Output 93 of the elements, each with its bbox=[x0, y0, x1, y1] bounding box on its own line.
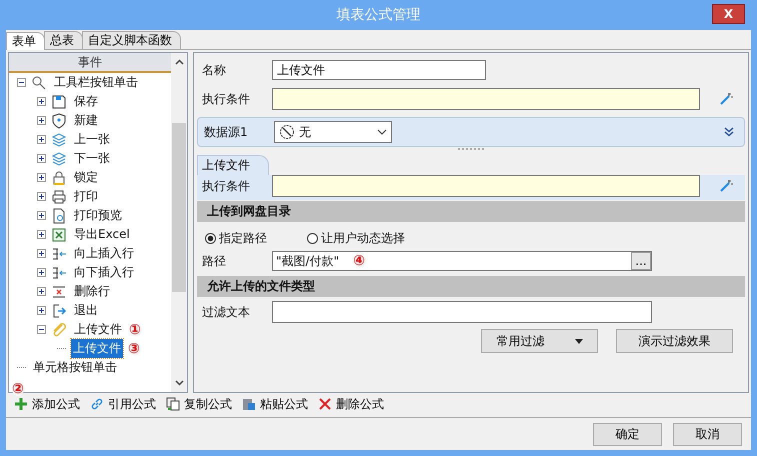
scroll-down-icon[interactable] bbox=[174, 380, 184, 386]
layers-icon bbox=[51, 150, 67, 166]
caret-icon bbox=[377, 129, 387, 135]
dialog-button[interactable]: 确定 bbox=[593, 422, 662, 446]
field-label: 过滤文本 bbox=[202, 304, 251, 320]
tree-item[interactable]: 上一张 bbox=[72, 130, 112, 149]
paperclip-icon bbox=[51, 322, 67, 338]
tree-item[interactable]: 上传文件 bbox=[71, 339, 123, 358]
filter-field[interactable] bbox=[272, 301, 652, 323]
section-header: 允许上传的文件类型 bbox=[197, 276, 745, 297]
dropdown-button[interactable]: 常用过滤 bbox=[481, 329, 598, 353]
field-label: 路径 bbox=[202, 252, 227, 270]
expander-icon[interactable] bbox=[37, 97, 46, 106]
browse-button[interactable]: ... bbox=[631, 252, 651, 270]
wand-icon[interactable] bbox=[718, 91, 734, 107]
floppy-icon bbox=[51, 94, 67, 110]
spreadsheet-icon bbox=[51, 226, 67, 242]
expander-icon[interactable] bbox=[37, 173, 46, 182]
preview-button[interactable]: 演示过滤效果 bbox=[616, 329, 733, 353]
tree-item[interactable]: 删除行 bbox=[72, 282, 112, 301]
copy-icon bbox=[166, 397, 180, 411]
expander-icon[interactable] bbox=[17, 78, 26, 87]
tree-item[interactable]: 向下插入行 bbox=[72, 263, 136, 282]
tree-item[interactable]: 打印 bbox=[72, 187, 100, 206]
tree-connector bbox=[17, 367, 26, 368]
wand-icon[interactable] bbox=[718, 178, 734, 194]
lock-icon bbox=[51, 170, 67, 186]
insert-row-icon bbox=[51, 246, 67, 262]
expander-icon[interactable] bbox=[37, 116, 46, 125]
field-label: 数据源1 bbox=[204, 124, 249, 140]
scroll-up-icon[interactable] bbox=[174, 59, 184, 65]
shield-icon bbox=[51, 112, 67, 128]
link-icon bbox=[90, 397, 104, 411]
toolbar-button[interactable]: 复制公式 bbox=[166, 396, 232, 412]
close-icon bbox=[318, 397, 332, 411]
condition-field[interactable] bbox=[272, 88, 700, 110]
scrollbar-thumb[interactable] bbox=[172, 123, 186, 292]
toolbar-button[interactable]: 添加公式 bbox=[14, 396, 80, 412]
tree-item[interactable]: 导出Excel bbox=[72, 225, 132, 244]
tree-item[interactable]: 单元格按钮单击 bbox=[31, 358, 119, 377]
plus-icon bbox=[14, 397, 28, 411]
field-label: 名称 bbox=[202, 62, 227, 78]
tree-item[interactable]: 锁定 bbox=[72, 168, 100, 187]
column-header: 事件 bbox=[9, 53, 171, 73]
toolbar-button[interactable]: 粘贴公式 bbox=[242, 396, 308, 412]
tab[interactable]: 上传文件 bbox=[197, 155, 269, 175]
tab[interactable]: 自定义脚本函数 bbox=[82, 31, 181, 49]
tab[interactable]: 总表 bbox=[44, 31, 83, 49]
expander-icon[interactable] bbox=[37, 154, 46, 163]
toolbar-button[interactable]: 引用公式 bbox=[90, 396, 156, 412]
tree-item[interactable]: 工具栏按钮单击 bbox=[52, 73, 140, 92]
scrollbar[interactable] bbox=[171, 53, 187, 392]
expander-icon[interactable] bbox=[37, 306, 46, 315]
expander-icon[interactable] bbox=[37, 325, 46, 334]
document-search-icon bbox=[51, 208, 67, 224]
datasource-select[interactable]: 无 bbox=[274, 121, 392, 143]
tree-item[interactable]: 退出 bbox=[72, 301, 100, 320]
expander-icon[interactable] bbox=[37, 268, 46, 277]
tree-item[interactable]: 上传文件 bbox=[72, 320, 124, 339]
printer-icon bbox=[51, 188, 67, 204]
field-label: 执行条件 bbox=[202, 90, 251, 108]
tree-item[interactable]: 打印预览 bbox=[72, 206, 124, 225]
insert-row-icon bbox=[51, 264, 67, 280]
section-header: 上传到网盘目录 bbox=[197, 201, 745, 222]
paste-icon bbox=[242, 397, 256, 411]
expander-icon[interactable] bbox=[37, 211, 46, 220]
radio-option[interactable]: 指定路径 bbox=[205, 230, 267, 247]
layers-icon bbox=[51, 132, 67, 148]
double-chevron-icon[interactable] bbox=[724, 127, 734, 137]
condition-field[interactable] bbox=[272, 175, 700, 197]
name-field[interactable]: 上传文件 bbox=[272, 60, 486, 80]
tree-item[interactable]: 保存 bbox=[72, 92, 100, 111]
field-label: 执行条件 bbox=[202, 178, 251, 194]
no-entry-icon bbox=[279, 124, 295, 140]
path-field[interactable]: "截图/付款" ④ ... bbox=[272, 251, 652, 271]
tree-item[interactable]: 下一张 bbox=[72, 149, 112, 168]
expander-icon[interactable] bbox=[37, 192, 46, 201]
tab[interactable]: 表单 bbox=[6, 32, 45, 50]
dialog-button[interactable]: 取消 bbox=[673, 422, 742, 446]
caret-icon bbox=[574, 338, 582, 344]
tree-item[interactable]: 新建 bbox=[72, 111, 100, 130]
expander-icon[interactable] bbox=[37, 287, 46, 296]
close-button[interactable]: X bbox=[712, 4, 745, 24]
exit-icon bbox=[51, 302, 67, 318]
toolbar-button[interactable]: 删除公式 bbox=[318, 396, 384, 412]
delete-row-icon bbox=[51, 284, 67, 300]
radio-option[interactable]: 让用户动态选择 bbox=[307, 230, 405, 247]
expander-icon[interactable] bbox=[37, 135, 46, 144]
tree-connector bbox=[57, 348, 66, 349]
tree-item[interactable]: 向上插入行 bbox=[72, 244, 136, 263]
expander-icon[interactable] bbox=[37, 230, 46, 239]
window-title: 填表公式管理 bbox=[336, 6, 420, 24]
expander-icon[interactable] bbox=[37, 249, 46, 258]
